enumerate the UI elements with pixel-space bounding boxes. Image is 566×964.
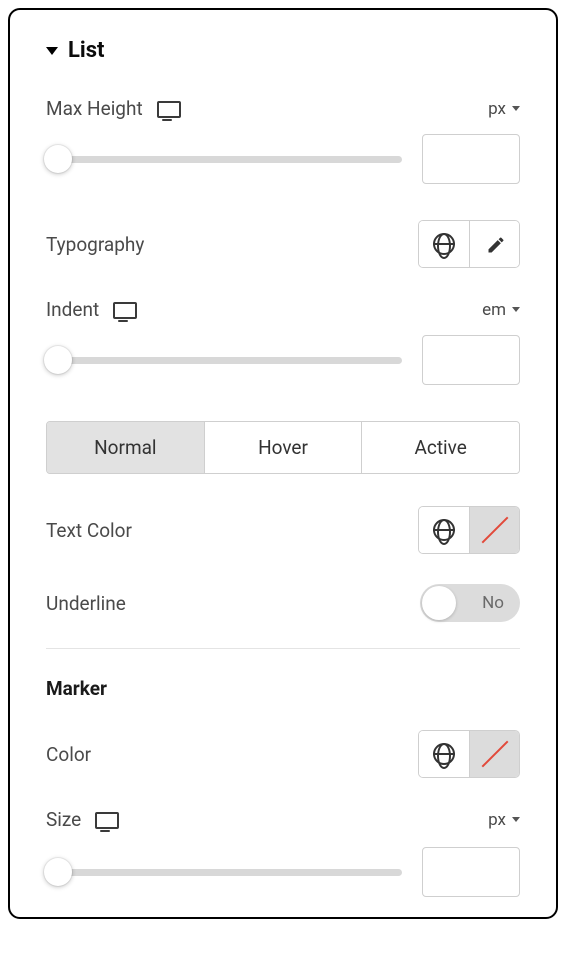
tab-active[interactable]: Active [361,422,519,473]
list-style-panel: List Max Height px Typography [8,8,558,919]
state-tabs: Normal Hover Active [46,421,520,474]
marker-color-swatch[interactable] [469,731,519,777]
chevron-down-icon [512,106,520,111]
globe-icon [433,743,455,765]
tab-normal[interactable]: Normal [47,422,204,473]
max-height-unit-select[interactable]: px [488,99,520,119]
marker-color-globe-button[interactable] [419,731,469,777]
typography-globe-button[interactable] [419,221,469,267]
indent-slider[interactable] [46,345,402,375]
typography-label: Typography [46,233,144,256]
row-marker-color: Color [46,730,520,778]
text-color-label: Text Color [46,519,132,542]
responsive-desktop-icon[interactable] [157,101,177,117]
text-color-group [418,506,520,554]
section-header-list[interactable]: List [46,38,520,63]
marker-size-unit-select[interactable]: px [488,810,520,830]
row-typography: Typography [46,220,520,268]
max-height-unit-value: px [488,99,506,119]
slider-thumb[interactable] [44,346,72,374]
slider-track [46,156,402,163]
marker-size-unit-value: px [488,810,506,830]
globe-icon [433,233,455,255]
indent-unit-value: em [482,300,506,320]
globe-icon [433,519,455,541]
pencil-icon [486,235,504,253]
text-color-swatch[interactable] [469,507,519,553]
indent-unit-select[interactable]: em [482,300,520,320]
responsive-desktop-icon[interactable] [95,812,115,828]
underline-label: Underline [46,592,126,615]
row-max-height: Max Height px [46,97,520,120]
marker-color-label: Color [46,743,91,766]
max-height-label: Max Height [46,97,143,120]
typography-edit-button[interactable] [469,221,519,267]
divider [46,648,520,649]
max-height-slider-row [46,134,520,184]
indent-slider-row [46,335,520,385]
collapse-triangle-icon [46,47,58,55]
marker-color-group [418,730,520,778]
chevron-down-icon [512,817,520,822]
slider-track [46,869,402,876]
row-underline: Underline No [46,584,520,622]
max-height-input[interactable] [422,134,520,184]
underline-toggle[interactable]: No [420,584,520,622]
toggle-knob [422,586,456,620]
responsive-desktop-icon[interactable] [113,302,133,318]
indent-input[interactable] [422,335,520,385]
row-marker-size: Size px [46,808,520,831]
section-title: List [68,38,104,63]
text-color-globe-button[interactable] [419,507,469,553]
marker-size-label: Size [46,808,81,831]
row-indent: Indent em [46,298,520,321]
marker-size-slider[interactable] [46,857,402,887]
max-height-slider[interactable] [46,144,402,174]
tab-hover[interactable]: Hover [204,422,362,473]
row-text-color: Text Color [46,506,520,554]
marker-size-input[interactable] [422,847,520,897]
slider-thumb[interactable] [44,858,72,886]
chevron-down-icon [512,307,520,312]
indent-label: Indent [46,298,99,321]
slider-track [46,357,402,364]
underline-toggle-label: No [482,593,504,613]
slider-thumb[interactable] [44,145,72,173]
typography-button-group [418,220,520,268]
marker-heading: Marker [46,677,520,700]
marker-size-slider-row [46,847,520,897]
